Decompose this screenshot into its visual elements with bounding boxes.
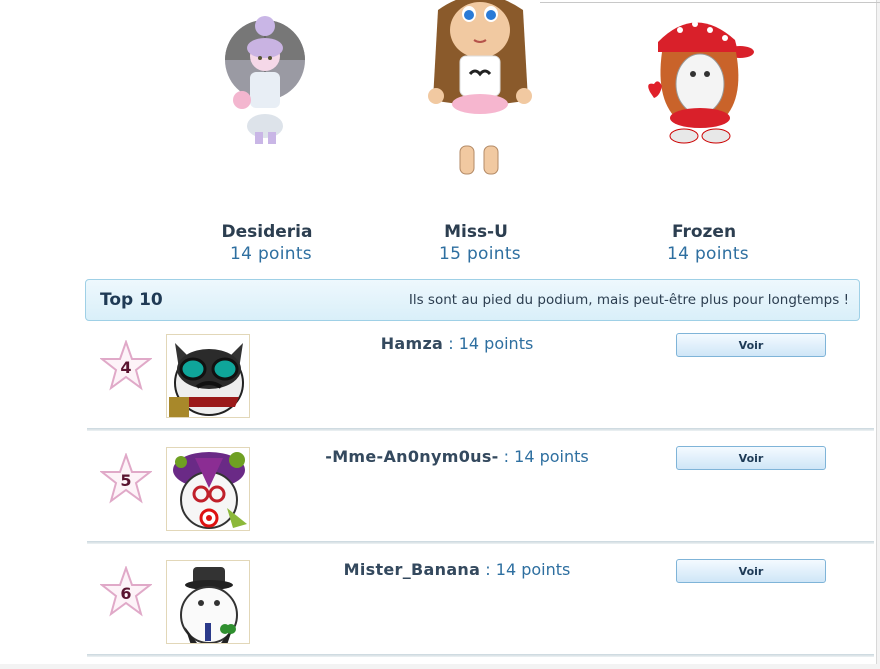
name-separator: :: [480, 560, 496, 579]
podium-avatar-miss-u[interactable]: [418, 0, 543, 180]
avatar-mister-banana[interactable]: [166, 560, 250, 644]
podium-points-3: 14 points: [667, 244, 749, 264]
rank-number: 4: [120, 358, 132, 377]
page: Desideria 14 points Miss-U 15 points Fro…: [0, 0, 880, 664]
row-divider: [87, 654, 874, 657]
rank-number: 6: [120, 584, 132, 603]
top10-banner: Top 10 Ils sont au pied du podium, mais …: [85, 279, 860, 321]
voir-button[interactable]: Voir: [676, 446, 826, 470]
player-points: 14 points: [458, 334, 534, 353]
rank-number: 5: [120, 471, 132, 490]
player-points: 14 points: [514, 447, 589, 466]
top10-title: Top 10: [100, 290, 163, 310]
podium-name-3[interactable]: Frozen: [604, 222, 804, 242]
avatar-mme-anonymous[interactable]: [166, 447, 250, 531]
podium-avatar-desideria[interactable]: [220, 8, 310, 148]
player-name[interactable]: Hamza: [381, 334, 443, 353]
podium-avatar-frozen[interactable]: [640, 12, 755, 157]
top-divider: [540, 2, 880, 3]
podium-name-2[interactable]: Miss-U: [376, 222, 576, 242]
row-text: -Mme-An0nym0us- : 14 points: [247, 447, 667, 466]
voir-button[interactable]: Voir: [676, 559, 826, 583]
player-name[interactable]: -Mme-An0nym0us-: [325, 447, 498, 466]
player-points: 14 points: [495, 560, 571, 579]
row-text: Mister_Banana : 14 points: [247, 560, 667, 579]
avatar-hamza[interactable]: [166, 334, 250, 418]
name-separator: :: [443, 334, 459, 353]
player-name[interactable]: Mister_Banana: [344, 560, 481, 579]
ranking-row: 6 Mister_Banana : 14 points Voir: [87, 556, 874, 669]
row-divider: [87, 428, 874, 431]
podium-points-1: 14 points: [230, 244, 312, 264]
top10-subtitle: Ils sont au pied du podium, mais peut-êt…: [408, 292, 849, 308]
name-separator: :: [498, 447, 515, 466]
podium-points-2: 15 points: [439, 244, 521, 264]
ranking-row: 4 Hamza : 14 points Voir: [87, 330, 874, 443]
row-text: Hamza : 14 points: [247, 334, 667, 353]
voir-button[interactable]: Voir: [676, 333, 826, 357]
podium-name-1[interactable]: Desideria: [167, 222, 367, 242]
ranking-row: 5 -Mme-An0nym0us- : 14 points Voir: [87, 443, 874, 556]
row-divider: [87, 541, 874, 544]
